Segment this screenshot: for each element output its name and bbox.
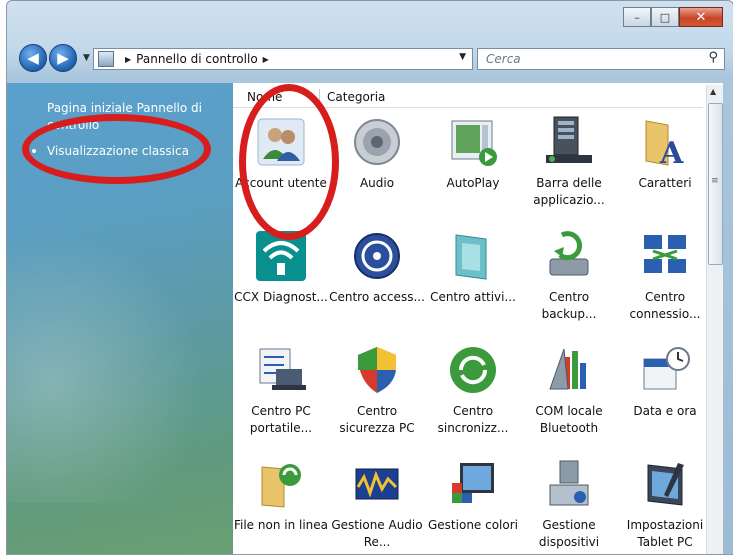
control-panel-icon: [98, 51, 114, 67]
item-label: Centro connessio...: [629, 290, 701, 321]
breadcrumb-separator-icon[interactable]: ▶: [263, 55, 269, 64]
item-label: Centro sincronizz...: [437, 404, 509, 435]
item-centro-pc-portatile[interactable]: Centro PC portatile...: [233, 343, 329, 437]
forward-arrow-icon[interactable]: ▶: [49, 44, 77, 72]
laptop-icon: [254, 343, 308, 397]
item-label: Audio: [359, 176, 395, 190]
item-data-ora[interactable]: Data e ora: [617, 343, 713, 420]
maximize-button[interactable]: □: [651, 7, 679, 27]
item-gestione-audio[interactable]: Gestione Audio Re...: [329, 457, 425, 551]
item-autoplay[interactable]: AutoPlay: [425, 115, 521, 192]
speaker-icon: [350, 115, 404, 169]
scroll-up-icon[interactable]: ▲: [710, 87, 716, 96]
column-divider[interactable]: [319, 89, 320, 105]
item-label: Centro PC portatile...: [249, 404, 313, 435]
item-centro-connessioni[interactable]: Centro connessio...: [617, 229, 713, 323]
item-label: Barra delle applicazio...: [533, 176, 605, 207]
accessibility-icon: [350, 229, 404, 283]
item-label: Gestione colori: [428, 518, 518, 532]
minimize-button[interactable]: –: [623, 7, 651, 27]
item-label: Gestione Audio Re...: [331, 518, 423, 549]
item-label: File non in linea: [233, 518, 329, 532]
network-icon: [638, 229, 692, 283]
item-gestione-dispositivi[interactable]: Gestione dispositivi: [521, 457, 617, 551]
back-arrow-icon[interactable]: ◀: [19, 44, 47, 72]
item-centro-sicurezza[interactable]: Centro sicurezza PC: [329, 343, 425, 437]
control-panel-window: – □ ✕ ◀ ▶ ▼ ▶ Pannello di controllo ▶ ▼ …: [6, 0, 733, 555]
search-box[interactable]: Cerca ⚲: [477, 48, 725, 70]
sidebar-link-home[interactable]: Pagina iniziale Pannello di controllo: [47, 100, 207, 134]
column-headers: Nome Categoria: [233, 87, 703, 108]
item-account-utente[interactable]: Account utente: [233, 115, 329, 192]
search-placeholder[interactable]: Cerca: [486, 52, 521, 66]
item-label: Centro backup...: [541, 290, 597, 321]
item-centro-sincronizzazione[interactable]: Centro sincronizz...: [425, 343, 521, 437]
close-button[interactable]: ✕: [679, 7, 723, 27]
item-gestione-colori[interactable]: Gestione colori: [425, 457, 521, 534]
breadcrumb-control-panel[interactable]: Pannello di controllo: [136, 52, 258, 66]
item-impostazioni-tablet[interactable]: Impostazioni Tablet PC: [617, 457, 713, 551]
item-label: Caratteri: [638, 176, 692, 190]
item-caratteri[interactable]: A Caratteri: [617, 115, 713, 192]
calendar-clock-icon: [638, 343, 692, 397]
item-centro-accesso[interactable]: Centro access...: [329, 229, 425, 306]
activity-center-icon: [446, 229, 500, 283]
item-barra-applicazioni[interactable]: Barra delle applicazio...: [521, 115, 617, 209]
item-label: CCX Diagnost...: [234, 290, 328, 304]
item-label: Impostazioni Tablet PC: [626, 518, 704, 549]
search-icon[interactable]: ⚲: [708, 50, 718, 65]
item-com-bluetooth[interactable]: COM locale Bluetooth: [521, 343, 617, 437]
item-label: Centro attivi...: [430, 290, 516, 304]
breadcrumb-separator-icon[interactable]: ▶: [125, 55, 131, 64]
backup-icon: [542, 229, 596, 283]
item-centro-backup[interactable]: Centro backup...: [521, 229, 617, 323]
title-bar: – □ ✕: [7, 1, 733, 35]
sidebar-link-classic-view[interactable]: Visualizzazione classica: [47, 143, 189, 160]
offline-files-icon: [254, 457, 308, 511]
address-dropdown-icon[interactable]: ▼: [459, 52, 466, 62]
color-management-icon: [446, 457, 500, 511]
svg-text:A: A: [659, 136, 684, 169]
item-file-non-in-linea[interactable]: File non in linea: [233, 457, 329, 534]
recent-pages-dropdown-icon[interactable]: ▼: [83, 53, 90, 63]
items-view: Nome Categoria ▲ ≡ Account utente Audio: [233, 83, 723, 554]
item-audio[interactable]: Audio: [329, 115, 425, 192]
address-bar[interactable]: ▶ Pannello di controllo ▶ ▼: [93, 48, 473, 70]
item-label: Gestione dispositivi: [538, 518, 600, 549]
bluetooth-icon: [542, 343, 596, 397]
navigation-bar: ◀ ▶ ▼ ▶ Pannello di controllo ▶ ▼ ⇆ Cerc…: [7, 41, 733, 79]
item-label: Account utente: [235, 176, 327, 190]
item-label: AutoPlay: [446, 176, 500, 190]
sync-icon: [446, 343, 500, 397]
sidebar: Pagina iniziale Pannello di controllo Vi…: [7, 83, 233, 554]
tablet-icon: [638, 457, 692, 511]
fonts-folder-icon: A: [638, 115, 692, 169]
window-controls: – □ ✕: [623, 7, 723, 27]
taskbar-icon: [542, 115, 596, 169]
device-manager-icon: [542, 457, 596, 511]
item-centro-attivita[interactable]: Centro attivi...: [425, 229, 521, 306]
bullet-icon: [32, 149, 36, 153]
item-label: Centro sicurezza PC: [339, 404, 415, 435]
autoplay-icon: [446, 115, 500, 169]
security-shield-icon: [350, 343, 404, 397]
item-label: Data e ora: [633, 404, 697, 418]
users-icon: [254, 115, 308, 169]
item-ccx-diagnostics[interactable]: CCX Diagnost...: [233, 229, 329, 306]
audio-manager-icon: [350, 457, 404, 511]
column-category[interactable]: Categoria: [327, 90, 385, 104]
wifi-icon: [254, 229, 308, 283]
item-label: COM locale Bluetooth: [535, 404, 603, 435]
item-label: Centro access...: [329, 290, 425, 304]
column-name[interactable]: Nome: [247, 90, 282, 104]
